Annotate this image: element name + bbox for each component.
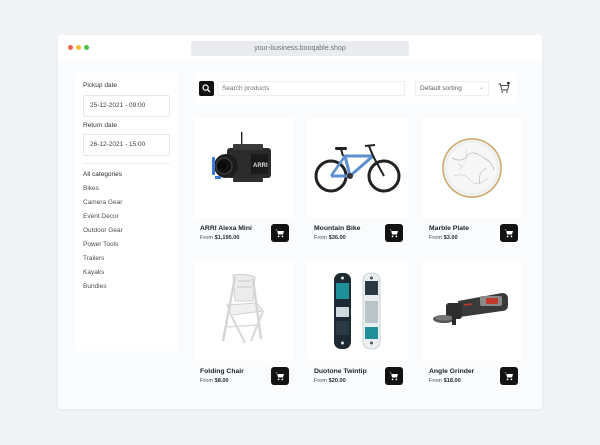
sort-value: Default sorting (420, 85, 462, 92)
product-name[interactable]: Mountain Bike (314, 225, 360, 232)
chevron-down-icon: ⌄ (478, 85, 484, 91)
close-window-dot[interactable] (68, 45, 73, 50)
add-to-cart-button[interactable] (385, 367, 403, 385)
category-bikes[interactable]: Bikes (83, 185, 99, 192)
address-bar[interactable]: your-business.booqable.shop (191, 41, 409, 56)
browser-titlebar: your-business.booqable.shop (58, 35, 542, 60)
product-image[interactable]: ARRI (193, 118, 294, 218)
search-toolbar: Default sorting ⌄ (193, 73, 519, 103)
category-event-decor[interactable]: Event Decor (83, 213, 119, 220)
product-price: From $20.00 (314, 378, 346, 384)
sort-select[interactable]: Default sorting ⌄ (415, 81, 489, 96)
price-value: $36.00 (328, 235, 346, 241)
category-all[interactable]: All categories (83, 171, 122, 178)
product-price: From $1,195.00 (200, 235, 240, 241)
price-prefix: From (314, 378, 328, 384)
pickup-date-field[interactable]: 25-12-2021 - 09:00 (83, 95, 170, 117)
add-to-cart-button[interactable] (271, 367, 289, 385)
category-outdoor-gear[interactable]: Outdoor Gear (83, 227, 123, 234)
return-date-field[interactable]: 26-12-2021 - 15:00 (83, 134, 170, 156)
product-name[interactable]: ARRI Alexa Mini (200, 225, 252, 232)
return-date-label: Return date (83, 122, 117, 129)
browser-window: your-business.booqable.shop Pickup date … (58, 35, 542, 409)
product-card[interactable]: Folding Chair From $8.00 (193, 261, 294, 387)
shopping-cart-icon (275, 372, 284, 381)
maximize-window-dot[interactable] (84, 45, 89, 50)
shopping-cart-icon (275, 229, 284, 238)
shopping-cart-icon (389, 229, 398, 238)
product-price: From $3.00 (429, 235, 458, 241)
shopping-cart-icon (504, 372, 513, 381)
add-to-cart-button[interactable] (385, 224, 403, 242)
price-value: $8.00 (214, 378, 229, 384)
product-price: From $36.00 (314, 235, 346, 241)
price-prefix: From (429, 235, 443, 241)
product-name[interactable]: Folding Chair (200, 368, 244, 375)
minimize-window-dot[interactable] (76, 45, 81, 50)
product-price: From $18.00 (429, 378, 461, 384)
add-to-cart-button[interactable] (271, 224, 289, 242)
product-card[interactable]: ARRI ARRI Alexa Mini From $1,195.00 (193, 118, 294, 244)
price-value: $3.00 (443, 235, 458, 241)
product-name[interactable]: Duotone Twintip (314, 368, 367, 375)
product-image[interactable] (193, 261, 294, 361)
chair-icon (221, 273, 265, 344)
price-prefix: From (314, 235, 328, 241)
price-prefix: From (429, 378, 443, 384)
category-bundles[interactable]: Bundles (83, 283, 107, 290)
product-image[interactable] (307, 118, 408, 218)
search-input[interactable] (217, 81, 405, 96)
cart-button[interactable] (497, 81, 511, 95)
bicycle-icon (314, 144, 401, 193)
price-prefix: From (200, 378, 214, 384)
filter-sidebar: Pickup date 25-12-2021 - 09:00 Return da… (75, 73, 178, 351)
shopping-cart-icon (498, 81, 510, 93)
search-icon (202, 84, 211, 93)
product-card[interactable]: Duotone Twintip From $20.00 (307, 261, 408, 387)
add-to-cart-button[interactable] (500, 224, 518, 242)
shopping-cart-icon (504, 229, 513, 238)
kiteboard-icon (334, 272, 381, 350)
category-trailers[interactable]: Trailers (83, 255, 104, 262)
sidebar-divider (83, 163, 170, 164)
category-camera-gear[interactable]: Camera Gear (83, 199, 122, 206)
plate-icon (442, 138, 502, 198)
product-price: From $8.00 (200, 378, 229, 384)
product-name[interactable]: Marble Plate (429, 225, 469, 232)
svg-text:ARRI: ARRI (253, 163, 268, 169)
category-power-tools[interactable]: Power Tools (83, 241, 118, 248)
price-value: $18.00 (443, 378, 461, 384)
price-prefix: From (200, 235, 214, 241)
product-image[interactable] (422, 261, 523, 361)
angle-grinder-icon (433, 293, 508, 325)
search-button[interactable] (199, 81, 214, 96)
product-card[interactable]: Marble Plate From $3.00 (422, 118, 523, 244)
product-card[interactable]: Mountain Bike From $36.00 (307, 118, 408, 244)
price-value: $1,195.00 (214, 235, 240, 241)
category-kayaks[interactable]: Kayaks (83, 269, 104, 276)
cinema-camera-icon: ARRI (212, 132, 271, 182)
product-image[interactable] (307, 261, 408, 361)
product-image[interactable] (422, 118, 523, 218)
price-value: $20.00 (328, 378, 346, 384)
shopping-cart-icon (389, 372, 398, 381)
pickup-date-label: Pickup date (83, 82, 117, 89)
product-card[interactable]: Angle Grinder From $18.00 (422, 261, 523, 387)
add-to-cart-button[interactable] (500, 367, 518, 385)
product-name[interactable]: Angle Grinder (429, 368, 474, 375)
